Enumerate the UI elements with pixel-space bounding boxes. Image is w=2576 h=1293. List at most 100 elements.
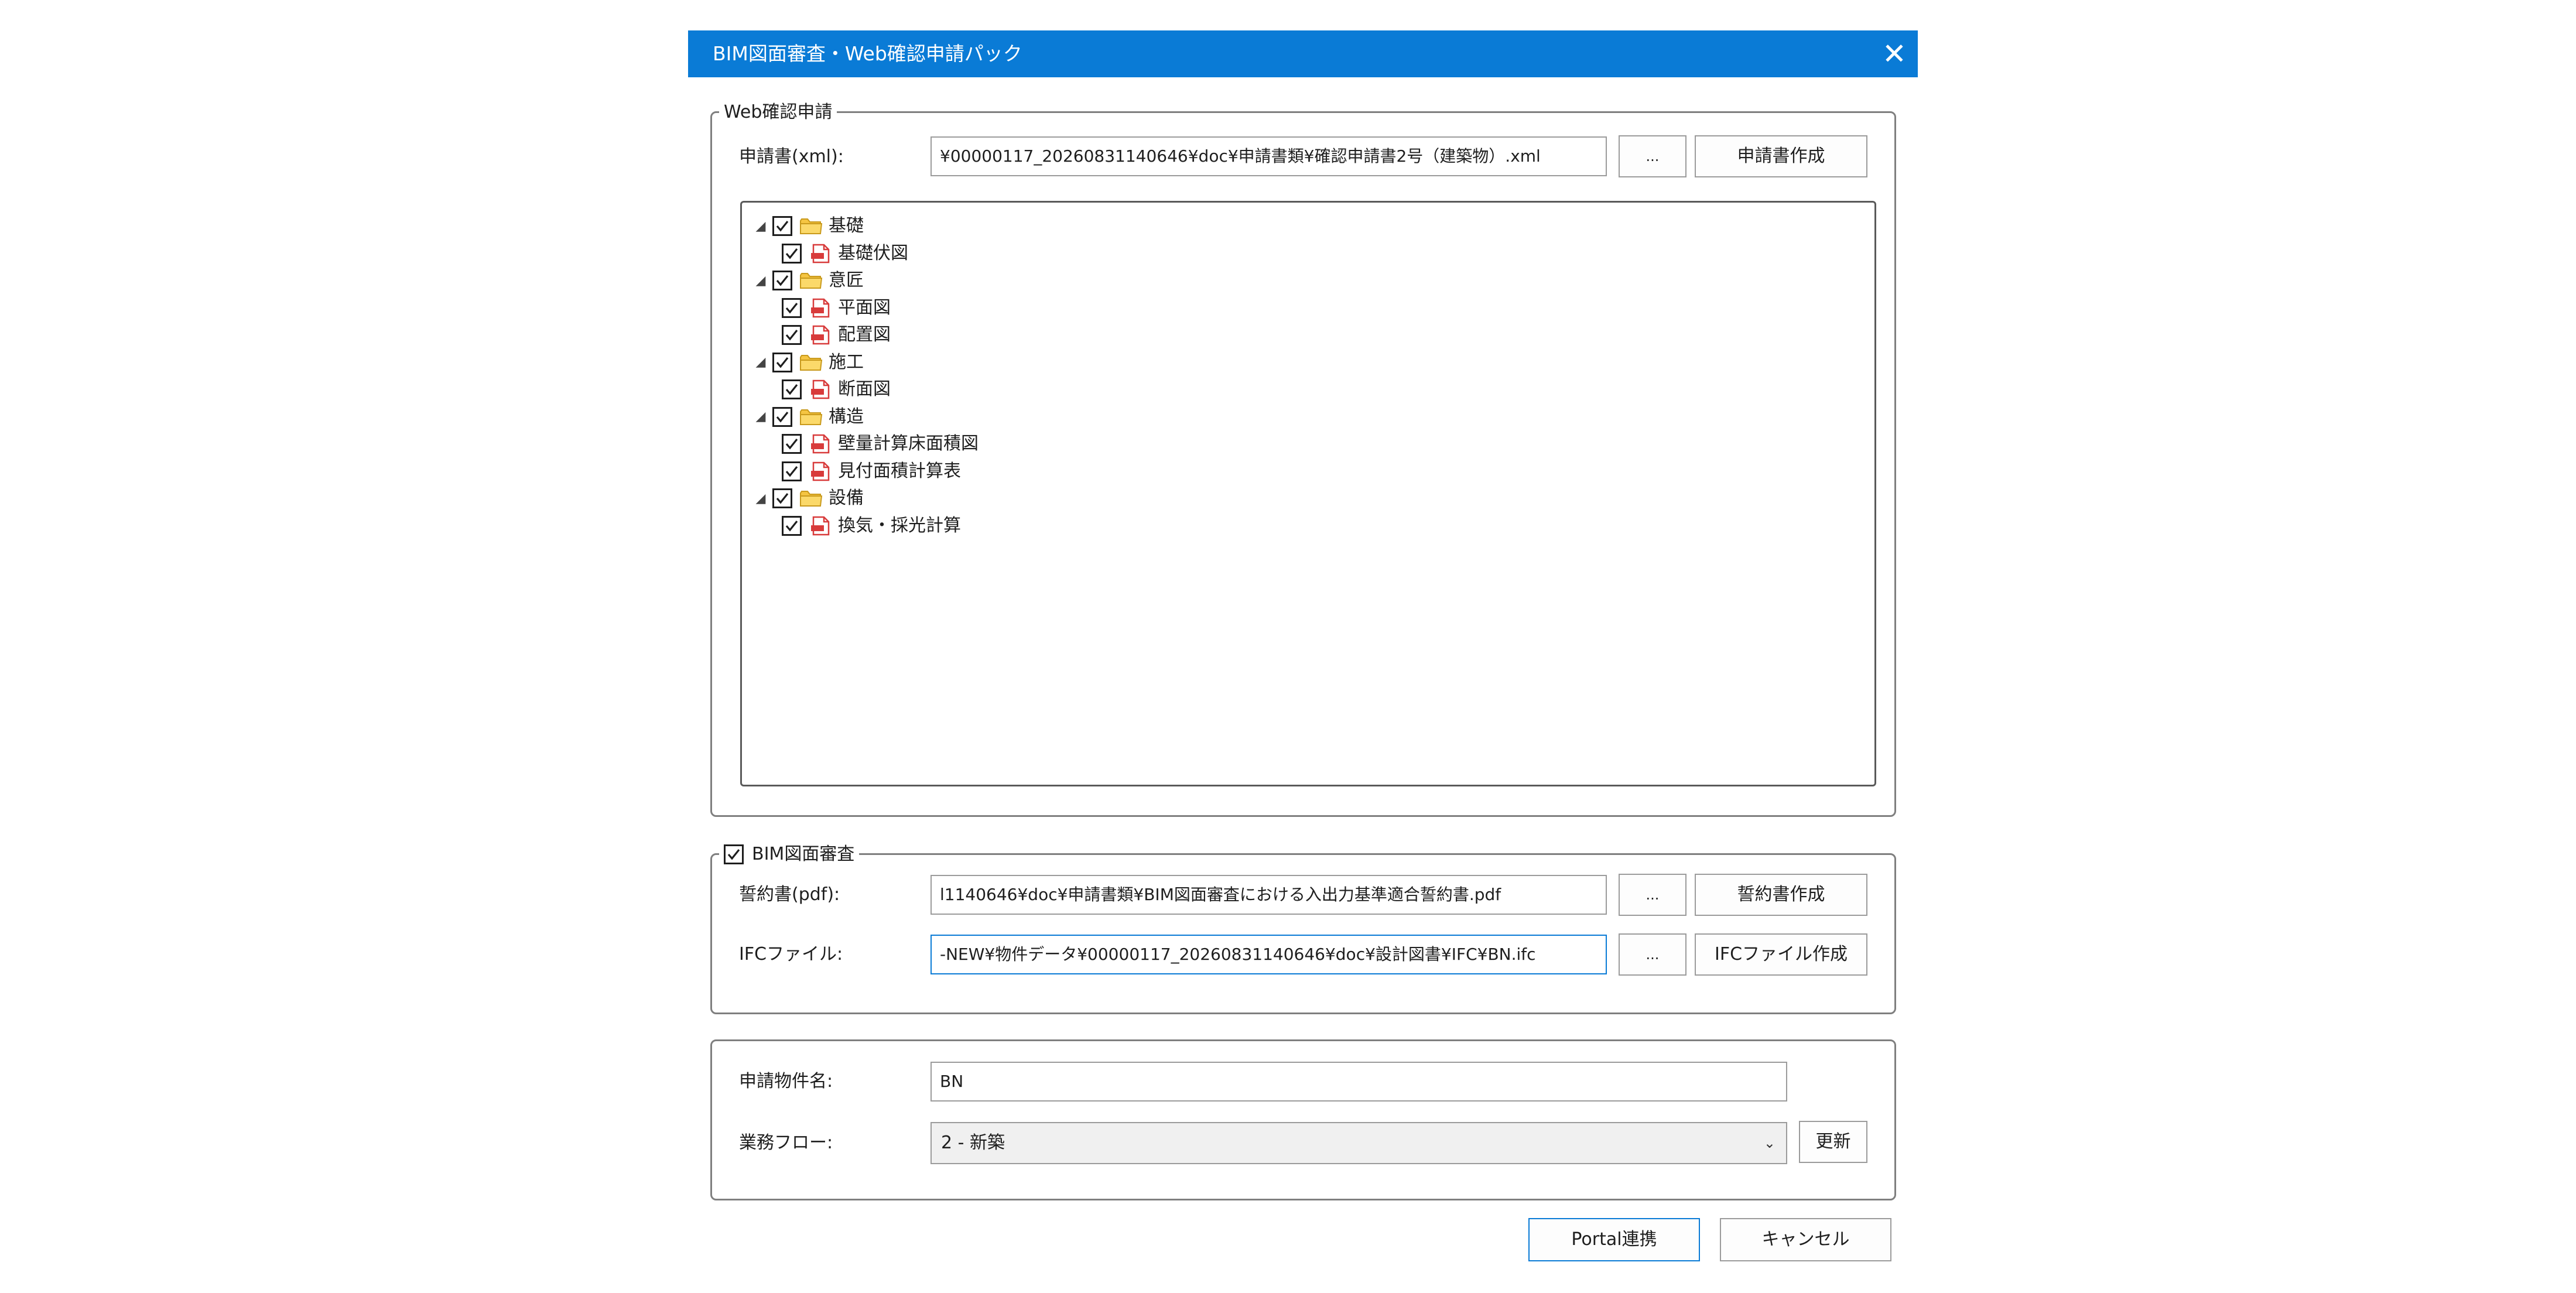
tree-folder-row[interactable]: ◢ 意匠 xyxy=(749,268,864,293)
check-icon xyxy=(785,330,798,341)
tree-document-label: 見付面積計算表 xyxy=(838,460,961,481)
tree-document-row[interactable]: 換気・採光計算 xyxy=(782,513,961,539)
tree-document-label: 平面図 xyxy=(838,297,891,318)
tree-folder-checkbox[interactable] xyxy=(772,488,792,508)
folder-icon xyxy=(800,218,823,234)
tree-folder-row[interactable]: ◢ 構造 xyxy=(749,404,864,430)
folder-icon xyxy=(800,273,823,289)
tree-folder-checkbox[interactable] xyxy=(772,352,792,372)
folder-icon xyxy=(800,491,823,507)
tree-document-label: 壁量計算床面積図 xyxy=(838,433,979,454)
pdf-document-icon xyxy=(811,325,830,345)
tree-folder-row[interactable]: ◢ 施工 xyxy=(749,350,864,375)
check-icon xyxy=(776,493,789,504)
create-ifc-button[interactable]: IFCファイル作成 xyxy=(1695,933,1867,976)
tree-folder-label: 施工 xyxy=(829,351,864,372)
collapse-triangle-icon[interactable]: ◢ xyxy=(749,273,772,288)
check-icon xyxy=(776,275,789,286)
folder-icon xyxy=(800,409,823,425)
refresh-button[interactable]: 更新 xyxy=(1799,1121,1867,1163)
tree-folder-label: 基礎 xyxy=(829,216,864,236)
tree-folder-checkbox[interactable] xyxy=(772,271,792,290)
check-icon xyxy=(785,439,798,450)
cancel-button[interactable]: キャンセル xyxy=(1720,1218,1891,1261)
tree-folder-row[interactable]: ◢ 設備 xyxy=(749,485,864,511)
web-application-legend: Web確認申請 xyxy=(719,101,837,124)
tree-folder-checkbox[interactable] xyxy=(772,216,792,236)
create-pledge-button[interactable]: 誓約書作成 xyxy=(1695,874,1867,916)
business-flow-select[interactable]: 2 - 新築 ⌄ xyxy=(930,1122,1787,1164)
xml-label: 申請書(xml): xyxy=(739,146,844,167)
title-bar[interactable]: BIM図面審査・Web確認申請パック ✕ xyxy=(688,30,1918,77)
create-application-button[interactable]: 申請書作成 xyxy=(1695,135,1867,177)
tree-folder-label: 構造 xyxy=(829,406,864,427)
tree-document-row[interactable]: 配置図 xyxy=(782,322,891,348)
check-icon xyxy=(785,302,798,314)
check-icon xyxy=(785,384,798,395)
pledge-pdf-label: 誓約書(pdf): xyxy=(739,884,840,905)
project-info-group: 申請物件名: BN 業務フロー: 2 - 新築 ⌄ 更新 xyxy=(710,1039,1896,1200)
ifc-browse-button[interactable]: ... xyxy=(1619,933,1686,976)
chevron-down-icon: ⌄ xyxy=(1763,1135,1776,1151)
xml-path-field[interactable]: ¥00000117_20260831140646¥doc¥申請書類¥確認申請書2… xyxy=(930,136,1607,176)
pdf-document-icon xyxy=(811,379,830,399)
tree-folder-checkbox[interactable] xyxy=(772,406,792,427)
collapse-triangle-icon[interactable]: ◢ xyxy=(749,491,772,506)
tree-document-label: 断面図 xyxy=(838,379,891,399)
check-icon xyxy=(776,357,789,368)
web-application-group: Web確認申請 申請書(xml): ¥00000117_202608311406… xyxy=(710,101,1896,817)
tree-document-label: 基礎伏図 xyxy=(838,242,908,264)
bim-review-group: BIM図面審査 誓約書(pdf): l1140646¥doc¥申請書類¥BIM図… xyxy=(710,843,1896,1014)
tree-document-label: 配置図 xyxy=(838,324,891,345)
pledge-browse-button[interactable]: ... xyxy=(1619,874,1686,916)
tree-document-row[interactable]: 平面図 xyxy=(782,295,891,321)
tree-folder-label: 設備 xyxy=(829,488,864,508)
project-name-label: 申請物件名: xyxy=(739,1071,833,1092)
bim-review-legend-label: BIM図面審査 xyxy=(752,844,855,864)
tree-folder-row[interactable]: ◢ 基礎 xyxy=(749,213,864,239)
ifc-file-field[interactable]: -NEW¥物件データ¥00000117_20260831140646¥doc¥設… xyxy=(930,935,1607,974)
collapse-triangle-icon[interactable]: ◢ xyxy=(749,219,772,234)
business-flow-value: 2 - 新築 xyxy=(941,1133,1005,1153)
bim-review-checkbox[interactable] xyxy=(724,844,744,864)
tree-document-checkbox[interactable] xyxy=(782,297,802,318)
tree-document-checkbox[interactable] xyxy=(782,379,802,399)
xml-browse-button[interactable]: ... xyxy=(1619,135,1686,177)
tree-document-checkbox[interactable] xyxy=(782,434,802,454)
pdf-document-icon xyxy=(811,461,830,481)
check-icon xyxy=(785,248,798,259)
pdf-document-icon xyxy=(811,516,830,535)
dialog-window: BIM図面審査・Web確認申請パック ✕ Web確認申請 申請書(xml): ¥… xyxy=(688,30,1918,1278)
tree-document-label: 換気・採光計算 xyxy=(838,515,961,536)
tree-document-checkbox[interactable] xyxy=(782,461,802,481)
tree-document-checkbox[interactable] xyxy=(782,243,802,264)
window-title: BIM図面審査・Web確認申請パック xyxy=(713,42,1022,65)
project-name-field[interactable]: BN xyxy=(930,1062,1787,1102)
check-icon xyxy=(785,466,798,477)
check-icon xyxy=(785,520,798,532)
collapse-triangle-icon[interactable]: ◢ xyxy=(749,409,772,424)
tree-document-row[interactable]: 断面図 xyxy=(782,377,891,402)
tree-document-row[interactable]: 基礎伏図 xyxy=(782,241,908,266)
pdf-document-icon xyxy=(811,298,830,317)
ifc-file-label: IFCファイル: xyxy=(739,944,843,964)
tree-document-checkbox[interactable] xyxy=(782,325,802,345)
tree-document-row[interactable]: 見付面積計算表 xyxy=(782,459,961,484)
pledge-pdf-field[interactable]: l1140646¥doc¥申請書類¥BIM図面審査における入出力基準適合誓約書.… xyxy=(930,875,1607,915)
close-button[interactable]: ✕ xyxy=(1871,30,1918,77)
web-application-legend-label: Web確認申請 xyxy=(724,102,833,122)
pdf-document-icon xyxy=(811,244,830,263)
collapse-triangle-icon[interactable]: ◢ xyxy=(749,355,772,370)
tree-folder-label: 意匠 xyxy=(829,270,864,290)
portal-link-button[interactable]: Portal連携 xyxy=(1528,1218,1700,1261)
bim-review-legend: BIM図面審査 xyxy=(719,843,860,866)
tree-document-checkbox[interactable] xyxy=(782,515,802,536)
check-icon xyxy=(776,221,789,232)
check-icon xyxy=(727,849,740,860)
folder-icon xyxy=(800,354,823,371)
pdf-document-icon xyxy=(811,434,830,454)
tree-document-row[interactable]: 壁量計算床面積図 xyxy=(782,431,979,457)
document-tree[interactable]: ◢ 基礎基礎伏図 ◢ 意匠平面図配置図 ◢ 施工断面図 ◢ 構造壁量計算床面積図 見付面積計算表… xyxy=(740,201,1876,786)
check-icon xyxy=(776,411,789,423)
business-flow-label: 業務フロー: xyxy=(739,1133,833,1153)
